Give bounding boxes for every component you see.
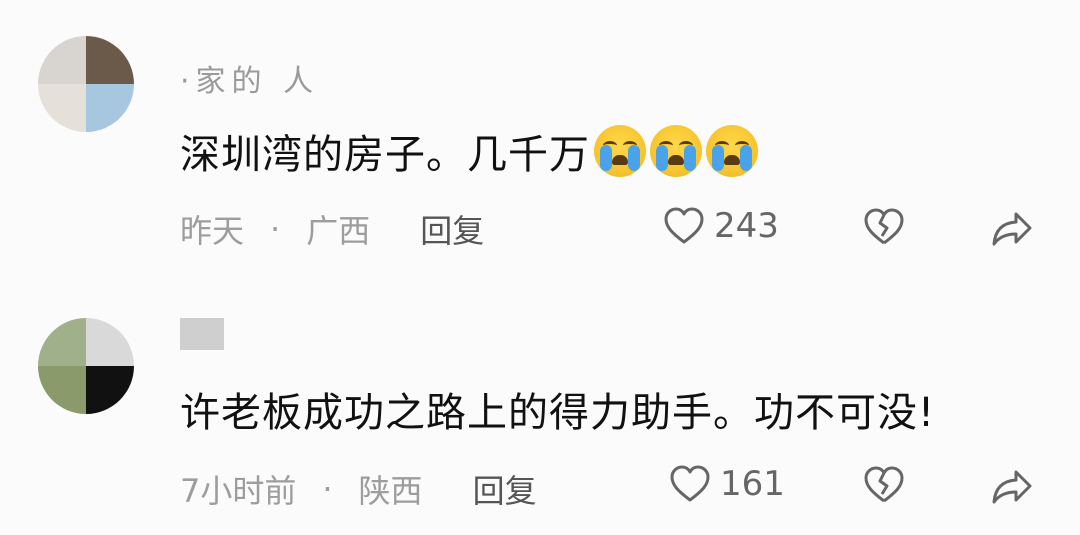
avatar[interactable]	[38, 36, 134, 132]
share-arrow-icon[interactable]	[990, 466, 1034, 506]
like-count: 161	[720, 464, 785, 504]
loudly-crying-face-icon	[650, 125, 702, 177]
reply-button[interactable]: 回复	[473, 466, 537, 512]
comment-meta: 昨天 · 广西 回复	[180, 206, 484, 252]
loudly-crying-face-icon	[594, 125, 646, 177]
comment-text-content: 深圳湾的房子。几千万	[180, 132, 590, 178]
meta-separator: ·	[322, 470, 333, 508]
heart-outline-icon	[664, 207, 704, 244]
comment-text-content: 许老板成功之路上的得力助手。功不可没!	[180, 390, 936, 436]
loudly-crying-face-icon	[706, 125, 758, 177]
comment-text: 许老板成功之路上的得力助手。功不可没!	[180, 380, 935, 438]
like-count: 243	[714, 206, 779, 246]
reply-button[interactable]: 回复	[420, 206, 484, 252]
comment-meta: 7小时前 · 陕西 回复	[180, 466, 537, 512]
share-arrow-icon[interactable]	[990, 208, 1034, 248]
comment-time: 7小时前	[180, 472, 297, 510]
comment-text: 深圳湾的房子。几千万	[180, 122, 758, 180]
heart-outline-icon	[670, 465, 710, 502]
comment-time: 昨天	[180, 212, 245, 250]
like-button[interactable]: 161	[668, 464, 785, 504]
username[interactable]	[180, 318, 224, 350]
avatar[interactable]	[38, 318, 134, 414]
comment-location: 陕西	[358, 472, 423, 510]
like-button[interactable]: 243	[662, 206, 779, 246]
broken-heart-icon[interactable]	[862, 464, 906, 506]
username[interactable]: ·家的 人	[180, 56, 319, 100]
meta-separator: ·	[270, 210, 281, 248]
comment-location: 广西	[306, 212, 371, 250]
broken-heart-icon[interactable]	[862, 206, 906, 248]
